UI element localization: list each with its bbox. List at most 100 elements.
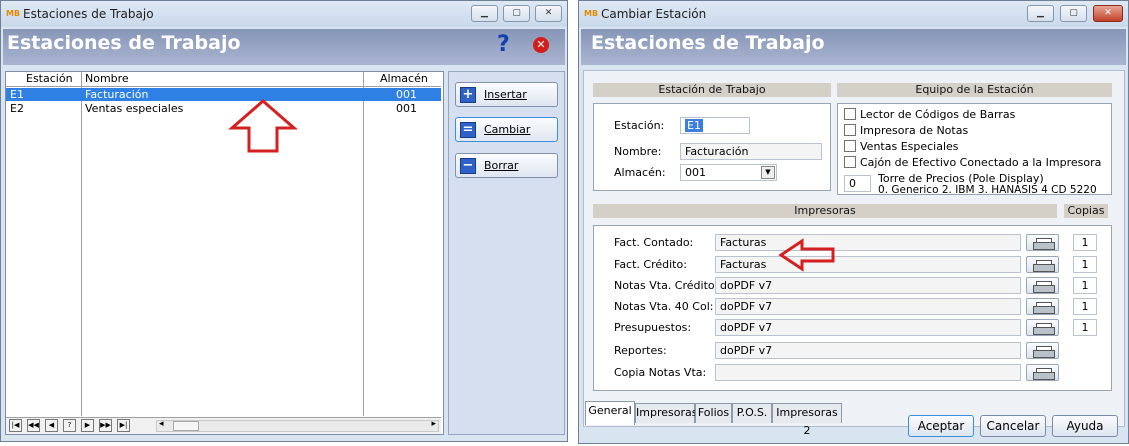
nav-prev-button[interactable]: ◀	[45, 419, 58, 432]
nav-last-button[interactable]: ▶|	[117, 419, 130, 432]
printer-icon[interactable]	[1026, 277, 1059, 294]
stations-window: MB Estaciones de Trabajo ▁ ▢ ✕ Estacione…	[0, 0, 568, 442]
cell-almacen: 001	[396, 88, 417, 101]
estacion-value: E1	[685, 119, 703, 132]
estacion-label: Estación:	[614, 119, 665, 132]
estacion-input[interactable]: E1	[680, 117, 750, 134]
help-icon[interactable]: ?	[497, 32, 510, 57]
checkbox-barcode-reader[interactable]	[844, 108, 856, 120]
printer-field[interactable]: doPDF v7	[715, 319, 1021, 336]
printer-field[interactable]: doPDF v7	[715, 277, 1021, 294]
annotation-arrow-left-icon	[778, 238, 835, 272]
plus-icon: +	[460, 87, 476, 103]
almacen-label: Almacén:	[614, 166, 666, 179]
table-row[interactable]: E2 Ventas especiales 001	[6, 102, 441, 115]
tab-general[interactable]: General	[585, 401, 635, 425]
tab-pos[interactable]: P.O.S.	[732, 403, 772, 423]
tab-impresoras-2[interactable]: Impresoras 2	[772, 403, 842, 437]
printer-label: Notas Vta. Crédito:	[614, 279, 719, 292]
close-button[interactable]: ✕	[1093, 5, 1123, 22]
minimize-button[interactable]: ▁	[1027, 5, 1054, 22]
cell-nombre: Ventas especiales	[85, 102, 184, 115]
nav-next-page-button[interactable]: ▶▶	[99, 419, 112, 432]
horizontal-scrollbar[interactable]: ◂ ▸	[156, 419, 439, 432]
checkbox-notes-printer[interactable]	[844, 124, 856, 136]
scroll-left-icon[interactable]: ◂	[159, 419, 164, 429]
page-title: Estaciones de Trabajo	[7, 32, 241, 54]
app-logo-icon: MB	[584, 9, 599, 18]
minus-icon: −	[460, 158, 476, 174]
cell-estacion: E2	[10, 102, 24, 115]
change-button[interactable]: = Cambiar	[455, 117, 558, 142]
maximize-button[interactable]: ▢	[503, 5, 530, 22]
printer-field[interactable]: Facturas	[715, 234, 1021, 251]
column-header-almacen[interactable]: Almacén	[380, 72, 428, 86]
printer-icon[interactable]	[1026, 298, 1059, 315]
insert-button[interactable]: + Insertar	[455, 82, 558, 107]
nav-next-button[interactable]: ▶	[81, 419, 94, 432]
printer-field[interactable]	[715, 364, 1021, 381]
cell-estacion: E1	[10, 88, 24, 101]
copies-field[interactable]: 1	[1073, 319, 1097, 336]
section-header-workstation: Estación de Trabajo	[593, 83, 831, 97]
cell-almacen: 001	[396, 102, 417, 115]
scrollbar-thumb[interactable]	[173, 421, 199, 431]
nav-first-button[interactable]: |◀	[9, 419, 22, 432]
checkbox-label: Ventas Especiales	[860, 140, 959, 153]
window-title: Estaciones de Trabajo	[23, 7, 154, 21]
close-button[interactable]: ✕	[535, 5, 562, 22]
almacen-select[interactable]: 001 ▼	[680, 164, 777, 181]
printer-field[interactable]: doPDF v7	[715, 298, 1021, 315]
dialog-title: Cambiar Estación	[601, 7, 707, 21]
grid-divider	[363, 72, 364, 416]
equipment-panel: Lector de Códigos de Barras Impresora de…	[837, 103, 1112, 196]
column-header-nombre[interactable]: Nombre	[85, 72, 129, 86]
checkbox-special-sales[interactable]	[844, 140, 856, 152]
help-button[interactable]: Ayuda	[1052, 415, 1118, 437]
cancel-button[interactable]: Cancelar	[980, 415, 1046, 437]
tab-impresoras[interactable]: Impresoras	[635, 403, 697, 423]
chevron-down-icon[interactable]: ▼	[761, 166, 775, 179]
copies-field[interactable]: 1	[1073, 256, 1097, 273]
copies-field[interactable]: 1	[1073, 277, 1097, 294]
app-logo-icon: MB	[6, 9, 21, 18]
title-bar[interactable]: MB Estaciones de Trabajo ▁ ▢ ✕	[1, 1, 567, 27]
checkbox-label: Lector de Códigos de Barras	[860, 108, 1016, 121]
copies-field[interactable]: 1	[1073, 234, 1097, 251]
accept-button[interactable]: Aceptar	[908, 415, 974, 437]
stations-grid: Estación Nombre Almacén E1 Facturación 0…	[5, 71, 444, 435]
printer-label: Reportes:	[614, 344, 667, 357]
column-header-estacion[interactable]: Estación	[26, 72, 73, 86]
checkbox-cash-drawer[interactable]	[844, 156, 856, 168]
exit-icon[interactable]: ✕	[533, 37, 549, 53]
printer-label: Notas Vta. 40 Col:	[614, 300, 714, 313]
printer-field[interactable]: Facturas	[715, 256, 1021, 273]
tab-folios[interactable]: Folios	[695, 403, 732, 423]
maximize-button[interactable]: ▢	[1060, 5, 1087, 22]
printer-icon[interactable]	[1026, 234, 1059, 251]
dialog-page-title: Estaciones de Trabajo	[591, 32, 825, 54]
minimize-button[interactable]: ▁	[471, 5, 498, 22]
printer-label: Copia Notas Vta:	[614, 366, 707, 379]
printer-icon[interactable]	[1026, 342, 1059, 359]
nav-refresh-button[interactable]: ?	[63, 419, 76, 432]
printer-label: Fact. Crédito:	[614, 258, 687, 271]
title-bar[interactable]: MB Cambiar Estación ▁ ▢ ✕	[579, 1, 1128, 27]
delete-button[interactable]: − Borrar	[455, 153, 558, 178]
copies-field[interactable]: 1	[1073, 298, 1097, 315]
table-row[interactable]: E1 Facturación 001	[6, 88, 441, 101]
scroll-right-icon[interactable]: ▸	[431, 419, 436, 429]
section-header-equipment: Equipo de la Estación	[837, 83, 1112, 97]
printer-icon[interactable]	[1026, 319, 1059, 336]
printer-field[interactable]: doPDF v7	[715, 342, 1021, 359]
printer-icon[interactable]	[1026, 256, 1059, 273]
action-panel: + Insertar = Cambiar − Borrar	[448, 71, 565, 435]
pole-display-input[interactable]: 0	[844, 175, 871, 192]
printer-icon[interactable]	[1026, 364, 1059, 381]
nav-prev-page-button[interactable]: ◀◀	[27, 419, 40, 432]
almacen-value: 001	[685, 166, 706, 179]
checkbox-label: Impresora de Notas	[860, 124, 969, 137]
nombre-input[interactable]: Facturación	[680, 143, 822, 160]
equals-icon: =	[460, 122, 476, 138]
dialog-header: Estaciones de Trabajo	[581, 29, 1126, 65]
